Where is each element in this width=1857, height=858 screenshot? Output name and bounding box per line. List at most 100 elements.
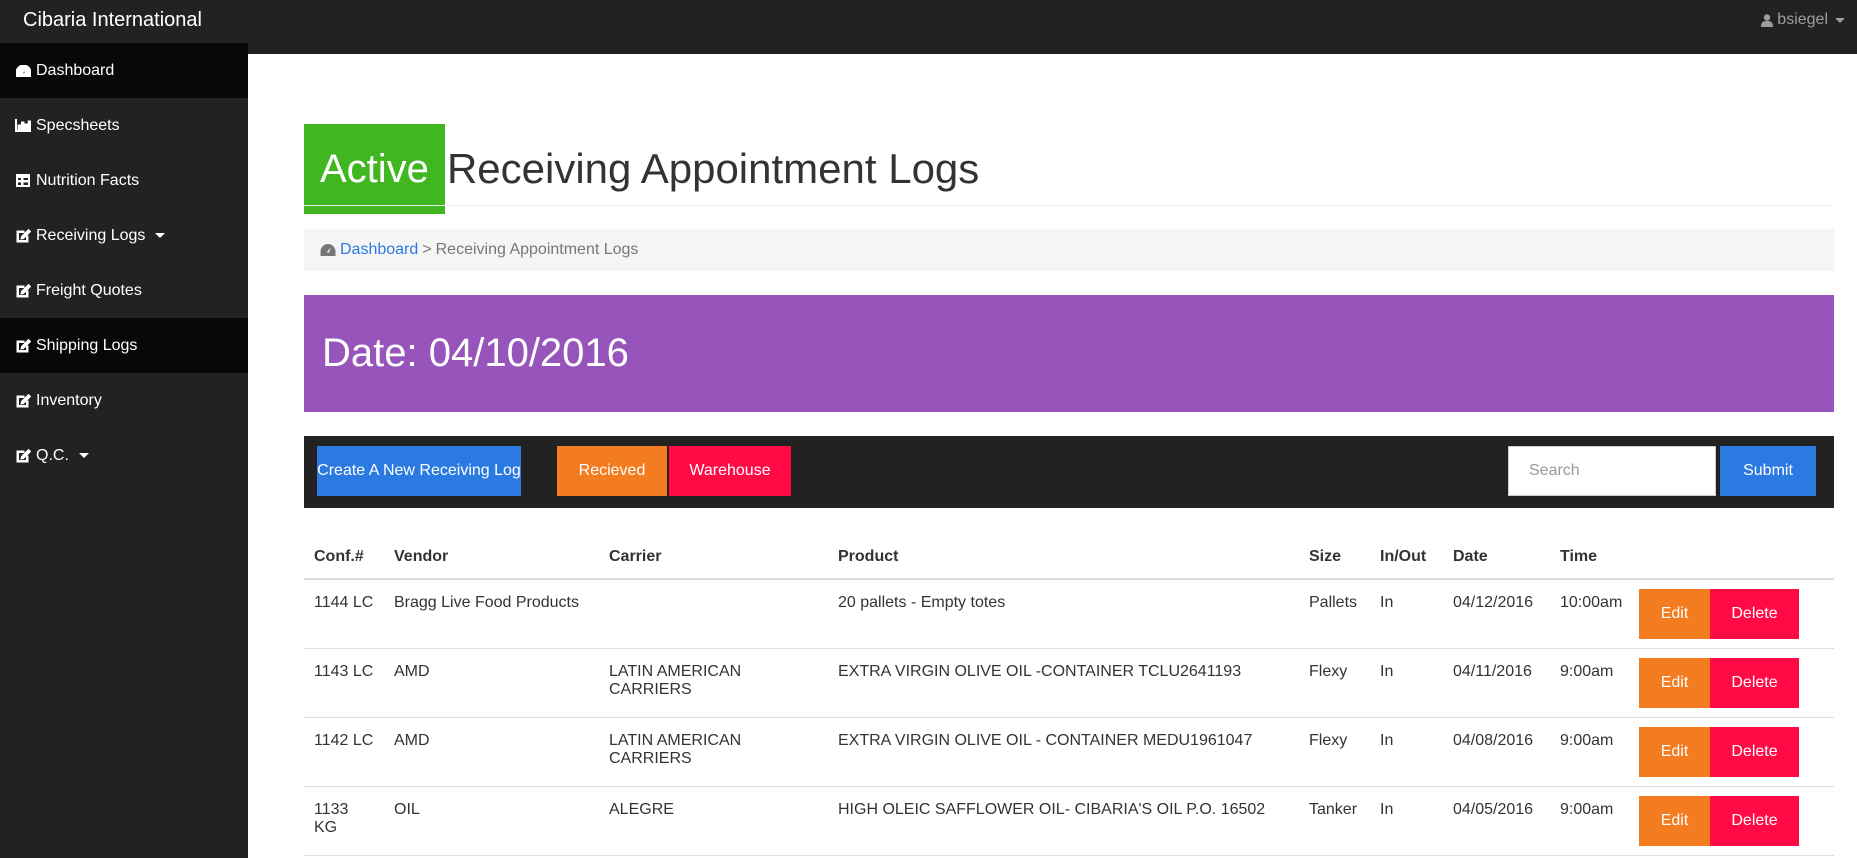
date-banner: Date: 04/10/2016 <box>304 295 1834 412</box>
cell-conf: 1144 LC <box>304 579 384 649</box>
breadcrumb: Dashboard > Receiving Appointment Logs <box>304 229 1834 271</box>
cell-vendor: AMD <box>384 648 599 718</box>
search-input[interactable] <box>1508 446 1716 496</box>
edit-icon <box>14 393 32 409</box>
cell-inout: In <box>1370 717 1443 787</box>
cell-product: HIGH OLEIC SAFFLOWER OIL- CIBARIA'S OIL … <box>828 786 1299 856</box>
sidebar-item-nutrition-facts[interactable]: Nutrition Facts <box>0 153 248 208</box>
column-header-size: Size <box>1299 534 1370 580</box>
sidebar-item-label: Inventory <box>36 391 102 409</box>
cell-product: EXTRA VIRGIN OLIVE OIL -CONTAINER TCLU26… <box>828 648 1299 718</box>
column-header-conf: Conf.# <box>304 534 384 580</box>
cell-date: 04/05/2016 <box>1443 786 1550 856</box>
cell-date: 04/11/2016 <box>1443 648 1550 718</box>
cell-product: EXTRA VIRGIN OLIVE OIL - CONTAINER MEDU1… <box>828 717 1299 787</box>
edit-icon <box>14 228 32 244</box>
cell-carrier <box>599 579 828 649</box>
chevron-down-icon <box>78 453 89 458</box>
edit-button[interactable]: Edit <box>1639 795 1710 846</box>
column-header-inout: In/Out <box>1370 534 1443 580</box>
brand-title[interactable]: Cibaria International <box>23 9 202 32</box>
cell-conf: 1143 LC <box>304 648 384 718</box>
submit-button[interactable]: Submit <box>1720 446 1816 496</box>
cell-vendor: Bragg Live Food Products <box>384 579 599 649</box>
warehouse-filter-button[interactable]: Warehouse <box>669 446 791 496</box>
sidebar-item-label: Freight Quotes <box>36 281 142 299</box>
column-header-date: Date <box>1443 534 1550 580</box>
sidebar-item-specsheets[interactable]: Specsheets <box>0 98 248 153</box>
edit-icon <box>14 448 32 464</box>
cell-vendor: OIL <box>384 786 599 856</box>
toolbar: Create A New Receiving Log Recieved Ware… <box>304 436 1834 508</box>
column-header-product: Product <box>828 534 1299 580</box>
cell-carrier: LATIN AMERICAN CARRIERS <box>599 717 828 787</box>
sidebar-item-dashboard[interactable]: Dashboard <box>0 43 248 98</box>
delete-button[interactable]: Delete <box>1710 795 1799 846</box>
edit-button[interactable]: Edit <box>1639 657 1710 708</box>
sidebar-item-label: Q.C. <box>36 446 69 464</box>
cell-size: Flexy <box>1299 717 1370 787</box>
table-row: 1142 LC AMD LATIN AMERICAN CARRIERS EXTR… <box>304 717 1834 787</box>
bar-chart-icon <box>14 118 32 134</box>
sidebar-item-inventory[interactable]: Inventory <box>0 373 248 428</box>
cell-time: 9:00am <box>1550 717 1633 787</box>
cell-size: Pallets <box>1299 579 1370 649</box>
cell-inout: In <box>1370 786 1443 856</box>
sidebar: Dashboard Specsheets Nutrition Facts Rec… <box>0 43 248 858</box>
user-menu[interactable]: bsiegel <box>1761 11 1845 29</box>
table-icon <box>14 173 32 189</box>
table-row: 1133 KG OIL ALEGRE HIGH OLEIC SAFFLOWER … <box>304 786 1834 856</box>
cell-time: 9:00am <box>1550 786 1633 856</box>
cell-conf: 1133 KG <box>304 786 384 856</box>
cell-size: Tanker <box>1299 786 1370 856</box>
column-header-actions <box>1633 534 1834 580</box>
breadcrumb-current: Receiving Appointment Logs <box>435 241 639 258</box>
delete-button[interactable]: Delete <box>1710 657 1799 708</box>
dashboard-icon <box>14 63 32 79</box>
sidebar-item-receiving-logs[interactable]: Receiving Logs <box>0 208 248 263</box>
sidebar-item-label: Specsheets <box>36 116 120 134</box>
edit-button[interactable]: Edit <box>1639 726 1710 777</box>
received-filter-button[interactable]: Recieved <box>557 446 667 496</box>
status-badge: Active <box>304 124 445 214</box>
sidebar-item-qc[interactable]: Q.C. <box>0 428 248 483</box>
sidebar-item-freight-quotes[interactable]: Freight Quotes <box>0 263 248 318</box>
sidebar-item-shipping-logs[interactable]: Shipping Logs <box>0 318 248 373</box>
page-title: Receiving Appointment Logs <box>446 145 980 192</box>
breadcrumb-separator: > <box>422 241 432 258</box>
edit-button[interactable]: Edit <box>1639 589 1710 639</box>
delete-button[interactable]: Delete <box>1710 589 1799 639</box>
cell-actions: Edit Delete <box>1633 579 1834 649</box>
sidebar-item-label: Nutrition Facts <box>36 171 140 189</box>
cell-date: 04/08/2016 <box>1443 717 1550 787</box>
cell-conf: 1142 LC <box>304 717 384 787</box>
dashboard-icon <box>320 244 336 256</box>
cell-product: 20 pallets - Empty totes <box>828 579 1299 649</box>
cell-date: 04/12/2016 <box>1443 579 1550 649</box>
column-header-vendor: Vendor <box>384 534 599 580</box>
user-icon <box>1761 13 1774 27</box>
cell-size: Flexy <box>1299 648 1370 718</box>
table-row: 1143 LC AMD LATIN AMERICAN CARRIERS EXTR… <box>304 648 1834 718</box>
cell-inout: In <box>1370 579 1443 649</box>
edit-icon <box>14 338 32 354</box>
create-receiving-log-button[interactable]: Create A New Receiving Log <box>317 446 521 496</box>
breadcrumb-link-dashboard[interactable]: Dashboard <box>340 241 418 259</box>
receiving-logs-table: Conf.# Vendor Carrier Product Size In/Ou… <box>304 534 1834 856</box>
edit-icon <box>14 283 32 299</box>
column-header-carrier: Carrier <box>599 534 828 580</box>
table-row: 1144 LC Bragg Live Food Products 20 pall… <box>304 579 1834 649</box>
cell-time: 9:00am <box>1550 648 1633 718</box>
top-navbar: Cibaria International bsiegel <box>0 0 1857 54</box>
sidebar-item-label: Shipping Logs <box>36 336 138 354</box>
column-header-time: Time <box>1550 534 1633 580</box>
sidebar-item-label: Receiving Logs <box>36 226 146 244</box>
cell-actions: Edit Delete <box>1633 717 1834 787</box>
cell-vendor: AMD <box>384 717 599 787</box>
sidebar-item-label: Dashboard <box>36 61 115 79</box>
table-header-row: Conf.# Vendor Carrier Product Size In/Ou… <box>304 534 1834 580</box>
cell-actions: Edit Delete <box>1633 786 1834 856</box>
heading-divider <box>304 205 1834 206</box>
cell-actions: Edit Delete <box>1633 648 1834 718</box>
delete-button[interactable]: Delete <box>1710 726 1799 777</box>
